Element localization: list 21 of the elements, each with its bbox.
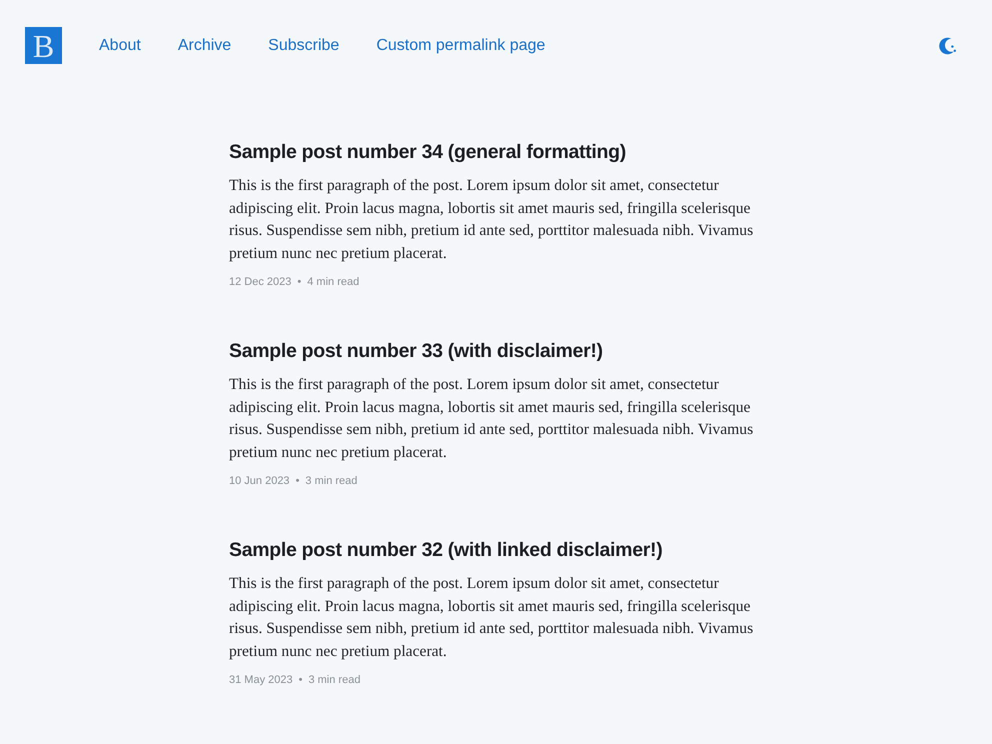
nav-link[interactable]: About (99, 36, 141, 56)
read-time: 3 min read (305, 474, 358, 489)
post-title[interactable]: Sample post number 33 (with disclaimer!) (229, 338, 603, 364)
post-date: 31 May 2023 (229, 673, 293, 688)
post-title[interactable]: Sample post number 34 (general formatting) (229, 139, 626, 165)
site-logo[interactable]: B (25, 27, 62, 64)
separator-dot: • (296, 474, 300, 489)
nav-link[interactable]: Custom permalink page (376, 36, 546, 56)
nav-link[interactable]: Subscribe (268, 36, 340, 56)
read-time: 3 min read (308, 673, 360, 688)
read-time: 4 min read (307, 275, 360, 290)
post-title[interactable]: Sample post number 32 (with linked disclaimer!) (229, 537, 662, 563)
nav-link[interactable]: Archive (178, 36, 232, 56)
separator-dot: • (298, 673, 302, 688)
moon-icon[interactable] (939, 36, 957, 54)
post-date: 12 Dec 2023 (229, 275, 292, 290)
post-date: 10 Jun 2023 (229, 474, 290, 489)
separator-dot: • (297, 275, 302, 290)
post-excerpt: This is the first paragraph of the post. Lorem ipsum dolor sit amet, consectetur adipiscing elit. Proin lacus magna, lobortis sit amet mauris sed, fringilla scelerisque risus. Suspendisse sem nibh, pretium id ante sed, porttitor malesuada nibh. Vivamus pretium nunc nec pretium placerat. (229, 176, 754, 264)
post-excerpt: This is the first paragraph of the post. Lorem ipsum dolor sit amet, consectetur adipiscing elit. Proin lacus magna, lobortis sit amet mauris sed, fringilla scelerisque risus. Suspendisse sem nibh, pretium id ante sed, porttitor malesuada nibh. Vivamus pretium nunc nec pretium placerat. (229, 375, 754, 462)
post-excerpt: This is the first paragraph of the post. Lorem ipsum dolor sit amet, consectetur adipiscing elit. Proin lacus magna, lobortis sit amet mauris sed, fringilla scelerisque risus. Suspendisse sem nibh, pretium id ante sed, porttitor malesuada nibh. Vivamus pretium nunc nec pretium placerat. (229, 574, 754, 662)
